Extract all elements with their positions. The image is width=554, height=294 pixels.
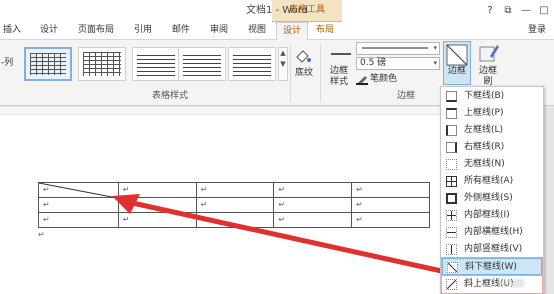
left-border-icon [446,125,457,136]
menu-item-all-borders[interactable]: 所有框线(A) [442,173,542,190]
inside-horizontal-icon [446,227,457,238]
outside-borders-icon [446,193,457,204]
menu-item-diagonal-down[interactable]: 斜下框线(W) [441,257,543,276]
line-style-dropdown[interactable]: ▾ [356,42,440,55]
pen-color-label[interactable]: 笔颜色 [370,74,410,85]
borders-label: 边框 [447,66,466,76]
tab-table-design[interactable]: 设计 [276,22,308,40]
table-style-light[interactable] [132,47,180,81]
menu-item-bottom-border[interactable]: 下框线(B) [442,88,542,105]
top-border-icon [446,108,457,119]
line-weight-dropdown[interactable]: 0.5 磅 ▾ [356,57,440,70]
tab-design[interactable]: 设计 [34,22,64,40]
maximize-button[interactable]: □ [536,3,552,18]
table-tools-label: 表格工具 [288,5,325,15]
group-label-table-styles: 表格样式 [151,91,188,101]
all-borders-icon [446,176,457,187]
ruler [0,107,440,115]
table-style-banded[interactable] [228,47,276,81]
inside-vertical-icon [446,244,457,255]
table-cell[interactable]: ↵ [38,212,119,228]
ribbon-display-icon[interactable]: ⧉ [500,3,516,18]
table-style-plain[interactable] [24,47,72,81]
tab-view[interactable]: 视图 [242,22,272,40]
menu-item-right-border[interactable]: 右框线(R) [442,139,542,156]
border-painter-icon[interactable] [478,42,500,64]
shading-icon[interactable] [294,48,312,64]
no-border-icon [446,159,457,170]
right-border-icon [446,142,457,153]
border-style-label[interactable]: 边框样式 [326,66,352,88]
menu-item-inside-horizontal[interactable]: 内部横框线(H) [442,224,542,241]
tab-page-layout[interactable]: 页面布局 [74,22,118,40]
paragraph-mark: ↵ [38,230,45,239]
pen-color-icon[interactable] [356,73,368,85]
tab-references[interactable]: 引用 [128,22,158,40]
help-icon[interactable]: ? [482,3,498,18]
minimize-button[interactable]: — [518,3,534,18]
shading-label[interactable]: 底纹 [292,68,316,79]
menu-item-inside-borders[interactable]: 内部框线(I) [442,207,542,224]
borders-button[interactable] [443,41,471,85]
menu-item-outside-borders[interactable]: 外侧框线(S) [442,190,542,207]
signin-link[interactable]: 登录 [522,22,552,40]
diagonal-border-line [38,182,118,199]
tab-mailings[interactable]: 邮件 [166,22,196,40]
diagonal-up-icon [446,279,457,290]
menu-item-inside-vertical[interactable]: 内部竖框线(V) [442,241,542,258]
line-weight-value: 0.5 磅 [360,58,387,68]
tab-review[interactable]: 审阅 [204,22,234,40]
border-painter-label[interactable]: 边框刷 [478,66,498,88]
tab-table-layout[interactable]: 布局 [310,22,340,40]
table-style-list[interactable] [178,47,226,81]
menu-item-left-border[interactable]: 左框线(L) [442,122,542,139]
tab-insert[interactable]: 插入 [0,22,24,40]
diagonal-down-icon [447,262,458,273]
group-label-borders: 边框 [396,91,415,101]
inside-borders-icon [446,210,457,221]
separator [290,44,291,102]
table-style-grid[interactable] [78,47,126,81]
bottom-border-icon [446,91,457,102]
menu-item-no-border[interactable]: 无框线(N) [442,156,542,173]
watermark: 小站图 [500,279,524,288]
separator [320,44,321,102]
menu-item-top-border[interactable]: 上框线(P) [442,105,542,122]
gallery-scroll[interactable]: ▲ ▼ [278,47,288,81]
border-style-icon[interactable] [330,48,352,60]
ribbon-left-edge-label: -列 [0,58,14,68]
annotation-arrow [112,194,449,275]
